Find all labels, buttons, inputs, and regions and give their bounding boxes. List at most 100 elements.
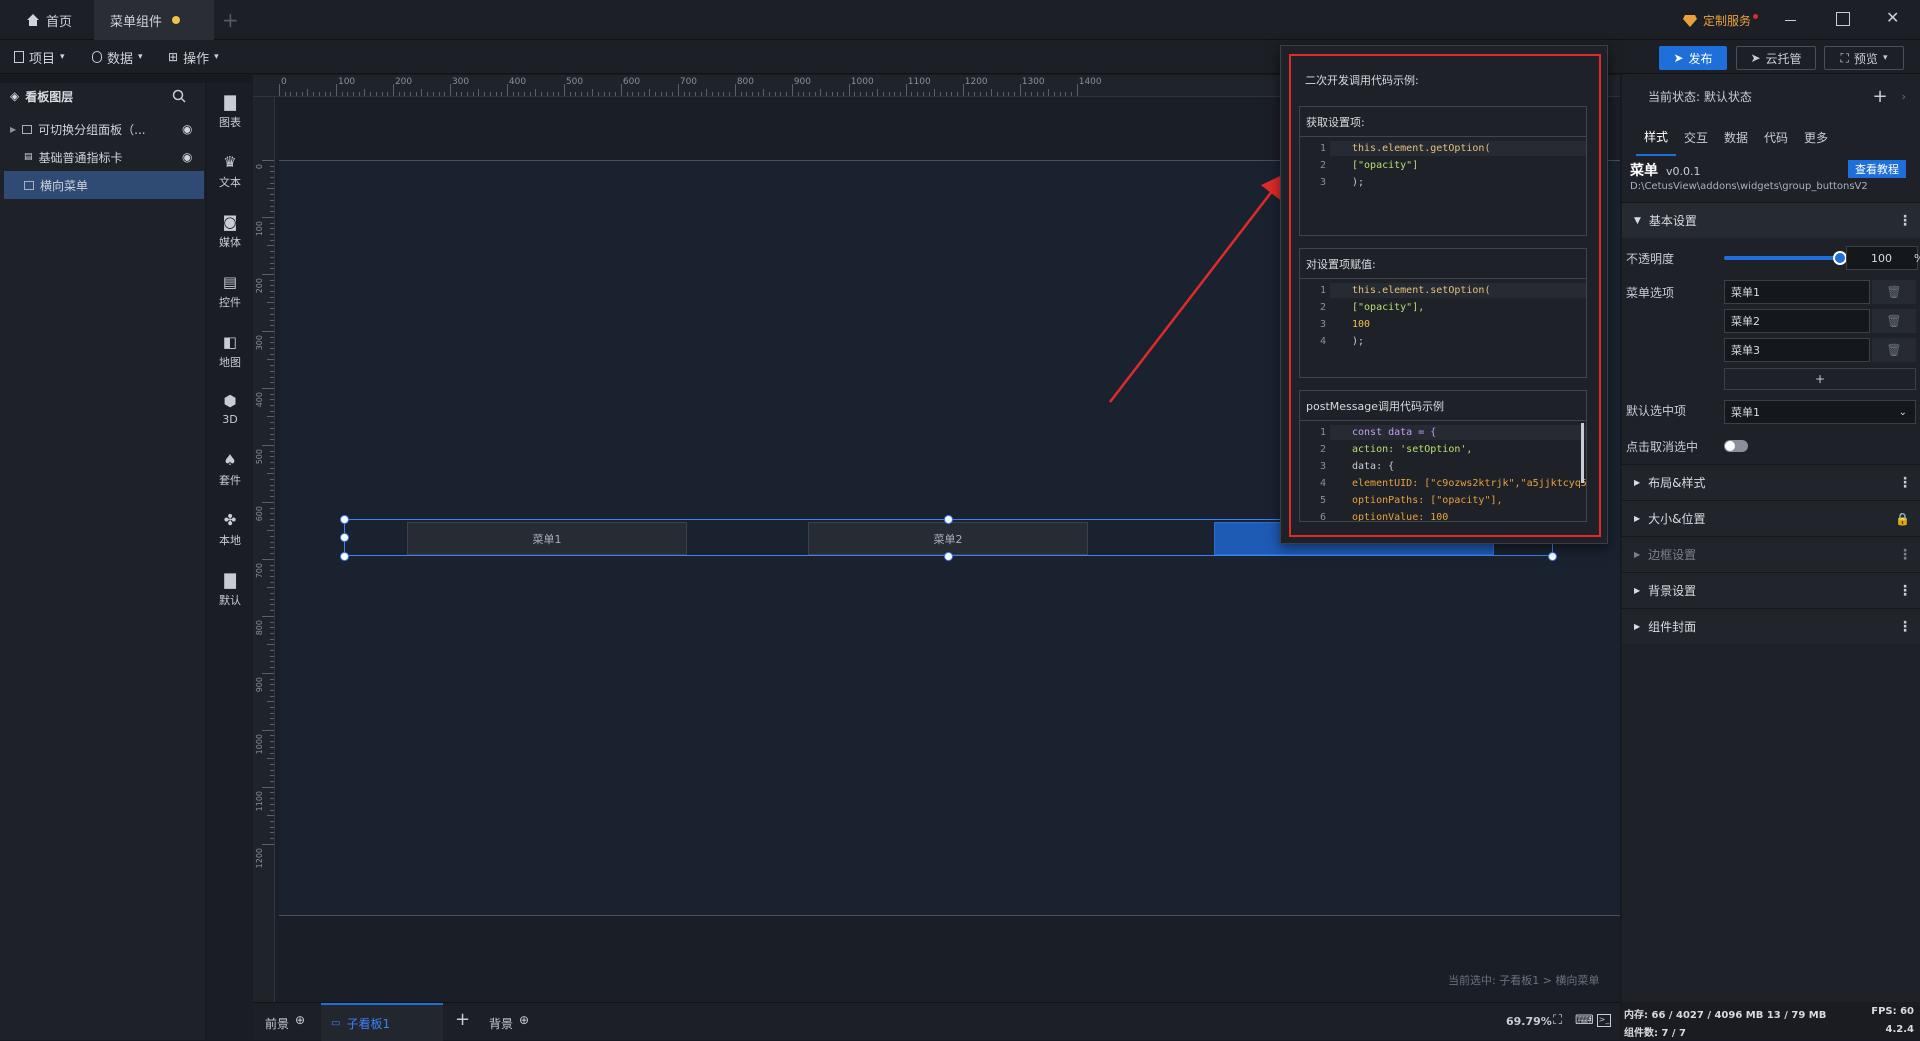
section-border[interactable]: ▶ 边框设置 ⋮ bbox=[1622, 536, 1920, 572]
default-select[interactable]: 菜单1 ⌄ bbox=[1724, 400, 1916, 424]
menu-project[interactable]: 项目 ▾ bbox=[14, 40, 65, 74]
component-toolbox: ▇ 图表 ♛ 文本 ◙ 媒体 ▤ 控件 ◧ 地图 ⬢ 3D ♠ 套件 ✤ 本地 ▇ 默认 bbox=[207, 83, 253, 1040]
tab-code[interactable]: 代码 bbox=[1756, 129, 1796, 146]
tab-sub-board[interactable]: ▭ 子看板1 bbox=[321, 1003, 443, 1041]
scrollbar[interactable] bbox=[1581, 423, 1584, 483]
toolbox-chart[interactable]: ▇ 图表 bbox=[207, 83, 253, 139]
tab-label: 交互 bbox=[1683, 130, 1708, 145]
more-vertical-icon[interactable]: ⋮ bbox=[1898, 475, 1912, 491]
tab-background[interactable]: 背景 ⊕ bbox=[489, 1013, 529, 1032]
tool-label: 控件 bbox=[219, 295, 241, 309]
fit-screen-icon[interactable]: ⛶ bbox=[1553, 1013, 1562, 1028]
restore-icon[interactable] bbox=[1836, 12, 1850, 26]
section-label: 背景设置 bbox=[1648, 584, 1697, 598]
code-line: 100 bbox=[1352, 319, 1371, 330]
tab-label: 前景 bbox=[265, 1017, 290, 1031]
send-icon: ➤ bbox=[1673, 51, 1684, 65]
layer-label: 可切换分组面板（... bbox=[38, 122, 146, 137]
minimize-icon[interactable] bbox=[1785, 12, 1801, 28]
preview-button[interactable]: ⛶ 预览 ▾ bbox=[1824, 46, 1904, 70]
chevron-right-icon[interactable]: › bbox=[1902, 90, 1906, 103]
more-vertical-icon[interactable]: ⋮ bbox=[1898, 547, 1912, 563]
more-vertical-icon[interactable]: ⋮ bbox=[1898, 619, 1912, 635]
more-vertical-icon[interactable]: ⋮ bbox=[1898, 583, 1912, 599]
section-size-position[interactable]: ▶ 大小&位置 🔒 bbox=[1622, 500, 1920, 536]
tutorial-button[interactable]: 查看教程 bbox=[1848, 160, 1906, 178]
section-layout[interactable]: ▶ 布局&样式 ⋮ bbox=[1622, 464, 1920, 500]
tool-label: 文本 bbox=[219, 175, 241, 189]
tab-menu-widget[interactable]: 菜单组件 bbox=[94, 0, 214, 40]
layers-icon: ◈ bbox=[10, 89, 20, 103]
code-editor[interactable]: 1 this.element.getOption(2 ["opacity"] 3); bbox=[1300, 137, 1586, 235]
menu-data[interactable]: 数据 ▾ bbox=[92, 40, 143, 74]
section-background[interactable]: ▶ 背景设置 ⋮ bbox=[1622, 572, 1920, 608]
section-basic-settings[interactable]: ▼ 基本设置 ⋮ bbox=[1622, 202, 1920, 238]
code-line: ["opacity"] bbox=[1352, 160, 1419, 171]
keyboard-icon[interactable]: ⌨ bbox=[1575, 1013, 1594, 1028]
delete-icon[interactable]: 🗑 bbox=[1872, 309, 1916, 333]
section-label: 组件封面 bbox=[1648, 620, 1697, 634]
add-circle-icon[interactable]: ⊕ bbox=[519, 1013, 529, 1027]
monitor-icon: ▭ bbox=[331, 1017, 341, 1029]
tab-foreground[interactable]: 前景 ⊕ bbox=[265, 1013, 305, 1032]
publish-button[interactable]: ➤ 发布 bbox=[1659, 46, 1727, 70]
lock-icon[interactable]: 🔒 bbox=[1895, 512, 1910, 526]
code-line: action: 'setOption', bbox=[1352, 444, 1473, 455]
tool-label: 套件 bbox=[219, 473, 241, 487]
layer-item-group-panel[interactable]: ▶ 可切换分组面板（... ◉ bbox=[0, 115, 205, 143]
fps-counter: FPS: 60 bbox=[1871, 1006, 1914, 1017]
tab-data[interactable]: 数据 bbox=[1716, 129, 1756, 146]
tab-interaction[interactable]: 交互 bbox=[1676, 129, 1716, 146]
eye-hidden-icon[interactable]: ◉ bbox=[182, 122, 192, 136]
custom-service-button[interactable]: 定制服务 bbox=[1683, 12, 1759, 29]
close-icon[interactable]: ✕ bbox=[1886, 8, 1899, 27]
toolbox-map[interactable]: ◧ 地图 bbox=[207, 323, 253, 379]
eye-hidden-icon[interactable]: ◉ bbox=[182, 150, 192, 164]
cloud-button[interactable]: ➤ 云托管 bbox=[1736, 46, 1816, 70]
opacity-input[interactable]: 100 % bbox=[1846, 246, 1920, 270]
add-circle-icon[interactable]: ⊕ bbox=[295, 1013, 305, 1027]
menu-option-input[interactable]: 菜单1 bbox=[1724, 280, 1870, 304]
diamond-icon bbox=[1683, 14, 1697, 27]
line-number: 1 bbox=[1319, 285, 1326, 296]
caret-down-icon: ▼ bbox=[1634, 215, 1641, 226]
chevron-down-icon: ▾ bbox=[138, 52, 143, 62]
add-board-button[interactable]: + bbox=[455, 1009, 470, 1030]
board-tab-bar: 前景 ⊕ ▭ 子看板1 + 背景 ⊕ 69.79% ⛶ ⌨ >_ bbox=[253, 1002, 1620, 1041]
terminal-icon[interactable]: >_ bbox=[1597, 1014, 1611, 1027]
code-editor[interactable]: 1 const data = {2 action: 'setOption', 3 d… bbox=[1300, 421, 1586, 521]
get-option-block: 获取设置项: 1 this.element.getOption(2 ["opaci… bbox=[1299, 106, 1587, 236]
cancel-select-toggle[interactable] bbox=[1724, 440, 1748, 452]
add-option-button[interactable]: + bbox=[1724, 368, 1916, 390]
code-line: ); bbox=[1352, 336, 1365, 347]
toolbox-text[interactable]: ♛ 文本 bbox=[207, 143, 253, 199]
toolbox-default[interactable]: ▇ 默认 bbox=[207, 561, 253, 617]
code-editor[interactable]: 1 this.element.setOption(2 ["opacity"], 3 … bbox=[1300, 279, 1586, 377]
new-tab-icon[interactable]: + bbox=[222, 8, 239, 32]
delete-icon[interactable]: 🗑 bbox=[1872, 280, 1916, 304]
toolbox-media[interactable]: ◙ 媒体 bbox=[207, 203, 253, 259]
layer-item-horizontal-menu[interactable]: 横向菜单 bbox=[4, 171, 204, 199]
toolbox-3d[interactable]: ⬢ 3D bbox=[207, 381, 253, 437]
tab-more[interactable]: 更多 bbox=[1796, 129, 1836, 146]
puzzle-icon: ✤ bbox=[223, 510, 237, 529]
menu-option-input[interactable]: 菜单2 bbox=[1724, 309, 1870, 333]
layers-header: ◈ 看板图层 bbox=[0, 83, 205, 109]
add-state-icon[interactable]: + bbox=[1873, 86, 1888, 107]
more-vertical-icon[interactable]: ⋮ bbox=[1898, 213, 1912, 229]
code-line: data: { bbox=[1352, 461, 1395, 472]
section-cover[interactable]: ▶ 组件封面 ⋮ bbox=[1622, 608, 1920, 644]
menu-option-input[interactable]: 菜单3 bbox=[1724, 338, 1870, 362]
opacity-slider[interactable] bbox=[1724, 251, 1847, 265]
delete-icon[interactable]: 🗑 bbox=[1872, 338, 1916, 362]
search-icon[interactable] bbox=[172, 89, 186, 103]
toolbox-kit[interactable]: ♠ 套件 bbox=[207, 441, 253, 497]
toolbox-local[interactable]: ✤ 本地 bbox=[207, 501, 253, 557]
tab-home[interactable]: 首页 bbox=[10, 0, 92, 40]
tool-label: 本地 bbox=[219, 533, 241, 547]
layer-item-indicator-card[interactable]: ▤ 基础普通指标卡 ◉ bbox=[0, 143, 205, 171]
slider-knob[interactable] bbox=[1832, 251, 1847, 265]
toolbox-control[interactable]: ▤ 控件 bbox=[207, 263, 253, 319]
menu-operation[interactable]: ⊞ 操作 ▾ bbox=[168, 40, 219, 74]
tab-style[interactable]: 样式 bbox=[1636, 118, 1676, 156]
